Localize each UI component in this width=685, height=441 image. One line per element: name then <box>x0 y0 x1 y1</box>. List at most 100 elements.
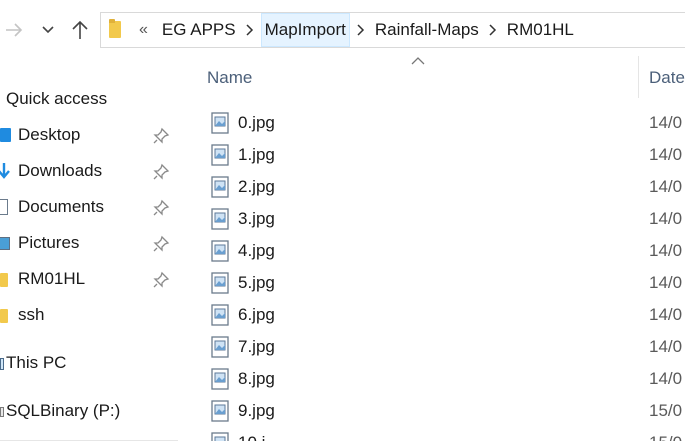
file-date-modified: 14/0 <box>649 305 683 324</box>
address-toolbar: « EG APPS MapImport Rainfall-Maps RM01HL <box>0 0 685 56</box>
file-date-modified: 14/0 <box>649 241 683 260</box>
pin-icon <box>153 163 170 180</box>
chevron-right-icon <box>357 24 364 36</box>
sidebar-item-label: RM01HL <box>18 269 86 288</box>
column-header-name[interactable]: Name <box>207 68 252 88</box>
up-button[interactable] <box>68 14 92 46</box>
sidebar-item-desktop[interactable]: Desktop <box>0 118 178 152</box>
image-file-icon <box>211 240 229 262</box>
sidebar-item-label: Quick access <box>6 89 108 108</box>
file-row[interactable]: 8.jpg 14/0 <box>178 364 685 396</box>
sidebar-item-label: Desktop <box>18 125 81 144</box>
image-file-icon <box>211 272 229 294</box>
file-row[interactable]: 9.jpg 15/0 <box>178 396 685 428</box>
breadcrumb-separator[interactable] <box>482 13 504 47</box>
drive-icon <box>0 407 4 417</box>
file-name: 8.jpg <box>238 369 275 388</box>
file-date-modified: 14/0 <box>649 369 683 388</box>
file-name: 6.jpg <box>238 305 275 324</box>
file-name: 4.jpg <box>238 241 275 260</box>
pin-icon <box>153 271 170 288</box>
breadcrumb-eg-apps[interactable]: EG APPS <box>159 13 239 47</box>
file-date-modified: 14/0 <box>649 145 683 164</box>
file-date-modified: 14/0 <box>649 337 683 356</box>
navigation-pane: Quick access Desktop Downloads Documents… <box>0 56 178 441</box>
sidebar-item-downloads[interactable]: Downloads <box>0 154 178 188</box>
file-row[interactable]: 10.j 15/0 <box>178 428 685 441</box>
file-row[interactable]: 5.jpg 14/0 <box>178 268 685 300</box>
pictures-icon <box>0 237 10 250</box>
breadcrumb-mapimport[interactable]: MapImport <box>260 13 350 47</box>
image-file-icon <box>211 368 229 390</box>
sidebar-item-label: This PC <box>6 353 67 372</box>
image-file-icon <box>211 208 229 230</box>
file-row[interactable]: 7.jpg 14/0 <box>178 332 685 364</box>
file-explorer-window: « EG APPS MapImport Rainfall-Maps RM01HL… <box>0 0 685 441</box>
file-date-modified: 15/0 <box>649 401 683 420</box>
sidebar-item-this-pc[interactable]: This PC <box>0 346 178 380</box>
forward-arrow-icon <box>6 23 23 37</box>
forward-button[interactable] <box>2 14 26 46</box>
folder-icon <box>107 12 127 48</box>
image-file-icon <box>211 112 229 134</box>
file-date-modified: 14/0 <box>649 209 683 228</box>
file-row[interactable]: 4.jpg 14/0 <box>178 236 685 268</box>
image-file-icon <box>211 304 229 326</box>
sidebar-item-documents[interactable]: Documents <box>0 190 178 224</box>
file-name: 0.jpg <box>238 113 275 132</box>
download-arrow-icon <box>0 163 10 179</box>
sidebar-item-label: ssh <box>18 305 45 324</box>
file-date-modified: 14/0 <box>649 273 683 292</box>
pin-icon <box>153 127 170 144</box>
pin-icon <box>153 235 170 252</box>
sidebar-item-ssh[interactable]: ssh <box>0 298 178 332</box>
file-name: 5.jpg <box>238 273 275 292</box>
pin-icon <box>153 199 170 216</box>
file-row[interactable]: 0.jpg 14/0 <box>178 108 685 140</box>
file-date-modified: 14/0 <box>649 113 683 132</box>
desktop-icon <box>0 128 11 142</box>
file-row[interactable]: 3.jpg 14/0 <box>178 204 685 236</box>
folder-icon <box>0 309 8 323</box>
computer-icon <box>0 358 4 370</box>
file-row[interactable]: 6.jpg 14/0 <box>178 300 685 332</box>
folder-icon <box>0 273 8 287</box>
breadcrumb-rainfall-maps[interactable]: Rainfall-Maps <box>372 13 482 47</box>
file-row[interactable]: 2.jpg 14/0 <box>178 172 685 204</box>
image-file-icon <box>211 336 229 358</box>
column-header-date[interactable]: Date <box>649 68 685 88</box>
image-file-icon <box>211 432 229 441</box>
image-file-icon <box>211 400 229 422</box>
breadcrumb-separator[interactable] <box>350 13 372 47</box>
chevron-down-icon <box>42 26 54 34</box>
breadcrumb-rm01hl[interactable]: RM01HL <box>504 13 577 47</box>
breadcrumb-separator[interactable] <box>239 13 261 47</box>
sidebar-item-pictures[interactable]: Pictures <box>0 226 178 260</box>
chevron-right-icon <box>489 24 496 36</box>
file-name: 3.jpg <box>238 209 275 228</box>
image-file-icon <box>211 144 229 166</box>
file-list-pane: Name Date 0.jpg 14/0 1.jpg 14/0 2.jpg 14/0 3.j… <box>178 56 685 441</box>
file-name: 10.j <box>238 433 265 441</box>
file-name: 9.jpg <box>238 401 275 420</box>
sidebar-item-label: SQLBinary (P:) <box>6 401 121 420</box>
column-header-row: Name Date <box>178 56 685 98</box>
sidebar-item-label: Downloads <box>18 161 103 180</box>
sidebar-item-rm01hl[interactable]: RM01HL <box>0 262 178 296</box>
file-name: 7.jpg <box>238 337 275 356</box>
sidebar-item-quick-access[interactable]: Quick access <box>0 82 178 116</box>
up-arrow-icon <box>72 20 88 39</box>
address-bar[interactable]: « EG APPS MapImport Rainfall-Maps RM01HL <box>100 12 685 48</box>
breadcrumb-overflow[interactable]: « <box>139 21 148 39</box>
file-name: 1.jpg <box>238 145 275 164</box>
sidebar-item-drive-p[interactable]: SQLBinary (P:) <box>0 394 178 428</box>
file-row[interactable]: 1.jpg 14/0 <box>178 140 685 172</box>
chevron-right-icon <box>246 24 253 36</box>
column-resize-handle[interactable] <box>638 56 639 98</box>
document-icon <box>0 199 8 215</box>
file-date-modified: 14/0 <box>649 177 683 196</box>
recent-locations-button[interactable] <box>38 14 58 46</box>
file-name: 2.jpg <box>238 177 275 196</box>
sidebar-item-label: Pictures <box>18 233 80 252</box>
file-date-modified: 15/0 <box>649 433 682 441</box>
